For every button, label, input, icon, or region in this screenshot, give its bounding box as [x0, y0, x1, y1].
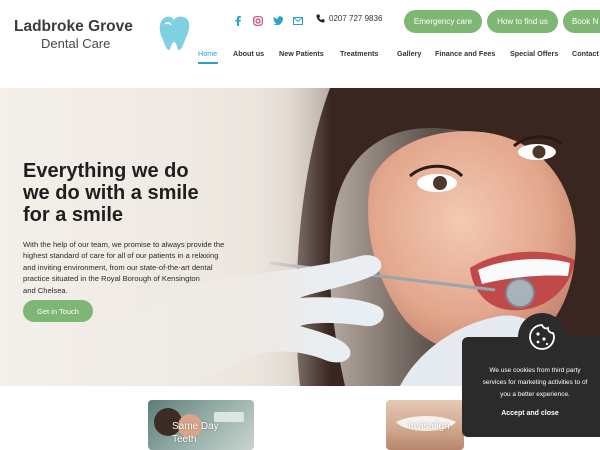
main-nav: Home About us New Patients Treatments Ga…: [0, 49, 600, 63]
nav-finance-and-fees[interactable]: Finance and Fees: [435, 49, 495, 58]
card-label: Same Day Teeth: [172, 420, 219, 446]
nav-about-us[interactable]: About us: [233, 49, 264, 58]
hero-description: With the help of our team, we promise to…: [23, 239, 283, 296]
card-label-line: Teeth: [172, 434, 197, 445]
hero-title-line: for a smile: [23, 204, 124, 226]
card-label: Invisalign: [408, 420, 450, 433]
hero-text-line: highest standard of care for all of our …: [23, 251, 219, 261]
nav-active-indicator: [198, 62, 218, 64]
tooth-logo-icon: [159, 16, 190, 50]
treatment-card-same-day-teeth[interactable]: Same Day Teeth: [148, 400, 254, 450]
hero-title-line: we do with a smile: [23, 182, 199, 204]
hero-text-line: With the help of our team, we promise to…: [23, 240, 225, 249]
hero-title-line: Everything we do: [23, 160, 189, 182]
twitter-icon[interactable]: [272, 15, 283, 26]
nav-home[interactable]: Home: [198, 49, 217, 58]
site-header: Ladbroke Grove Dental Care 0207 727 9836…: [0, 0, 600, 88]
nav-gallery[interactable]: Gallery: [397, 49, 421, 58]
hero-text-line: and inviting environment, from our state…: [23, 262, 213, 272]
hero-text-line: and Chelsea.: [23, 285, 68, 295]
nav-contact[interactable]: Contact: [572, 49, 599, 58]
nav-new-patients[interactable]: New Patients: [279, 49, 324, 58]
facebook-icon[interactable]: [232, 15, 243, 26]
card-label-line: Invisalign: [408, 421, 450, 432]
book-button[interactable]: Book N: [563, 10, 600, 33]
accept-cookies-button[interactable]: Accept and close: [470, 410, 590, 417]
nav-treatments[interactable]: Treatments: [340, 49, 378, 58]
hero-title: Everything we do we do with a smile for …: [23, 160, 199, 226]
nav-special-offers[interactable]: Special Offers: [510, 49, 558, 58]
card-label-line: Same Day: [172, 421, 219, 432]
email-icon[interactable]: [292, 15, 303, 26]
phone-link[interactable]: 0207 727 9836: [316, 14, 382, 23]
logo-name: Ladbroke Grove: [14, 18, 133, 35]
how-to-find-us-button[interactable]: How to find us: [487, 10, 558, 33]
treatment-card-invisalign[interactable]: Invisalign: [386, 400, 464, 450]
cookie-text: We use cookies from third party services…: [470, 365, 600, 401]
cookie-icon: [518, 313, 566, 361]
cookie-text-line: services for marketing activities to of: [482, 379, 588, 386]
hero-text-line: practice situated in the Royal Borough o…: [23, 274, 200, 284]
emergency-care-button[interactable]: Emergency care: [404, 10, 482, 33]
cookie-text-line: We use cookies from third party: [489, 367, 581, 374]
cookie-text-line: you a better experience.: [500, 391, 570, 398]
social-links: [232, 15, 303, 26]
instagram-icon[interactable]: [252, 15, 263, 26]
phone-icon: [316, 14, 325, 23]
phone-number: 0207 727 9836: [329, 14, 383, 23]
logo[interactable]: Ladbroke Grove Dental Care: [14, 14, 190, 54]
get-in-touch-button[interactable]: Get in Touch: [23, 300, 93, 322]
